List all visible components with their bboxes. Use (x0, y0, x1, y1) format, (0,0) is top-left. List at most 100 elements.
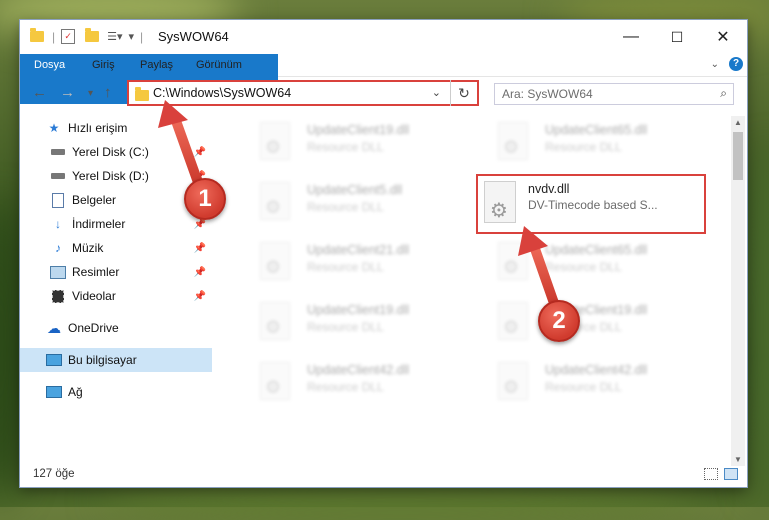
file-item[interactable]: ⚙ UpdateClient5.dll Resource DLL (242, 176, 472, 226)
scrollbar-thumb[interactable] (733, 132, 743, 180)
details-view-icon[interactable] (704, 468, 718, 480)
computer-icon (46, 353, 62, 367)
pictures-icon (50, 265, 66, 279)
minimize-button[interactable]: — (608, 20, 654, 54)
sidebar-item-label: Videolar (72, 289, 116, 303)
address-bar[interactable]: C:\Windows\SysWOW64 ⌄ ↻ (127, 80, 479, 106)
status-bar: 127 öğe (20, 464, 747, 486)
sidebar-item-label: Bu bilgisayar (68, 353, 137, 367)
pin-icon: 📌 (193, 218, 206, 230)
dll-file-icon: ⚙ (260, 362, 290, 400)
search-input[interactable]: Ara: SysWOW64 ⌕ (494, 83, 734, 105)
maximize-button[interactable]: ☐ (654, 20, 700, 54)
file-description: Resource DLL (545, 380, 622, 394)
cloud-icon: ☁ (47, 319, 61, 336)
star-icon: ★ (48, 121, 60, 135)
refresh-icon[interactable]: ↻ (450, 80, 477, 106)
sidebar-item-quick-access[interactable]: ★ Hızlı erişim (20, 116, 212, 140)
file-name: UpdateClient65.dll (545, 243, 648, 257)
sidebar-item-label: Müzik (72, 241, 104, 255)
vertical-scrollbar[interactable]: ▲ ▼ (731, 116, 745, 466)
sidebar-item-videos[interactable]: Videolar 📌 (20, 284, 212, 308)
file-name: UpdateClient19.dll (307, 303, 410, 317)
file-item[interactable]: ⚙ UpdateClient42.dll Resource DLL (242, 356, 472, 406)
folder-icon (135, 87, 149, 101)
network-icon (46, 385, 62, 399)
file-item-nvdv[interactable]: ⚙ nvdv.dll DV-Timecode based S... (476, 174, 706, 234)
dll-file-icon: ⚙ (498, 122, 528, 160)
close-button[interactable]: ✕ (700, 20, 746, 54)
window-title: SysWOW64 (158, 29, 229, 44)
navigation-pane: ★ Hızlı erişim Yerel Disk (C:) 📌 Yerel D… (20, 116, 212, 456)
file-name: UpdateClient65.dll (545, 123, 648, 137)
pin-icon: 📌 (193, 266, 206, 278)
search-icon[interactable]: ⌕ (720, 86, 727, 101)
file-description: Resource DLL (545, 140, 622, 154)
item-count: 127 öğe (33, 468, 75, 480)
forward-icon[interactable]: → (60, 84, 75, 101)
file-description: Resource DLL (307, 380, 384, 394)
sidebar-item-network[interactable]: Ağ (20, 380, 212, 404)
dll-file-icon: ⚙ (498, 242, 528, 280)
properties-icon[interactable]: ✓ (61, 29, 76, 44)
dll-file-icon: ⚙ (260, 122, 290, 160)
file-item[interactable]: ⚙ UpdateClient19.dll Resource DLL (242, 116, 472, 166)
file-item[interactable]: ⚙ UpdateClient19.dll Resource DLL (242, 296, 472, 346)
address-path[interactable]: C:\Windows\SysWOW64 (153, 86, 291, 100)
drive-icon (50, 169, 66, 183)
pin-icon: 📌 (193, 146, 206, 158)
explorer-window: | ✓ ☰▾ ▾ | SysWOW64 — ☐ ✕ Dosya Giriş Pa… (20, 20, 747, 487)
sidebar-item-onedrive[interactable]: ☁ OneDrive (20, 316, 212, 340)
videos-icon (50, 289, 66, 303)
dll-file-icon: ⚙ (498, 362, 528, 400)
dll-file-icon: ⚙ (498, 302, 528, 340)
scroll-down-icon[interactable]: ▼ (734, 455, 742, 464)
customize-icon[interactable]: ☰▾ (107, 30, 122, 43)
music-icon: ♪ (55, 241, 61, 255)
search-placeholder: Ara: SysWOW64 (502, 87, 593, 101)
dll-file-icon: ⚙ (260, 302, 290, 340)
sidebar-item-label: Hızlı erişim (68, 121, 128, 135)
dll-file-icon: ⚙ (484, 181, 516, 223)
sidebar-item-downloads[interactable]: ↓ İndirmeler 📌 (20, 212, 212, 236)
file-item[interactable]: ⚙ UpdateClient21.dll Resource DLL (242, 236, 472, 286)
quick-access-toolbar: | ✓ ☰▾ ▾ | (30, 28, 144, 44)
dll-file-icon: ⚙ (260, 242, 290, 280)
file-item[interactable]: ⚙ UpdateClient19.dll Resource DLL (480, 296, 710, 346)
sidebar-item-label: İndirmeler (72, 217, 126, 231)
sidebar-item-this-pc[interactable]: Bu bilgisayar (20, 348, 212, 372)
recent-locations-icon[interactable]: ▾ (88, 88, 93, 99)
chevron-down-icon[interactable]: ⌄ (432, 86, 441, 99)
tab-home[interactable]: Giriş (82, 54, 125, 76)
step-1-badge: 1 (184, 178, 226, 220)
chevron-down-icon[interactable]: ▾ (129, 30, 135, 43)
separator: | (140, 29, 144, 44)
up-icon[interactable]: ↑ (104, 84, 112, 101)
sidebar-item-label: Resimler (72, 265, 120, 279)
sidebar-item-pictures[interactable]: Resimler 📌 (20, 260, 212, 284)
tab-view[interactable]: Görünüm (186, 54, 252, 76)
help-icon[interactable]: ? (729, 57, 743, 71)
file-name: nvdv.dll (528, 182, 570, 196)
file-item[interactable]: ⚙ UpdateClient65.dll Resource DLL (480, 236, 710, 286)
new-folder-icon[interactable] (85, 28, 100, 42)
sidebar-item-label: Yerel Disk (D:) (72, 169, 149, 183)
file-item[interactable]: ⚙ UpdateClient42.dll Resource DLL (480, 356, 710, 406)
folder-icon[interactable] (30, 28, 44, 42)
sidebar-item-music[interactable]: ♪ Müzik 📌 (20, 236, 212, 260)
file-name: UpdateClient5.dll (307, 183, 403, 197)
file-item[interactable]: ⚙ UpdateClient65.dll Resource DLL (480, 116, 710, 166)
large-icons-view-icon[interactable] (724, 468, 738, 480)
file-name: UpdateClient42.dll (307, 363, 410, 377)
scroll-up-icon[interactable]: ▲ (734, 118, 742, 127)
tab-share[interactable]: Paylaş (130, 54, 183, 76)
sidebar-item-disk-c[interactable]: Yerel Disk (C:) 📌 (20, 140, 212, 164)
file-description: Resource DLL (307, 200, 384, 214)
sidebar-item-disk-d[interactable]: Yerel Disk (D:) 📌 (20, 164, 212, 188)
expand-ribbon-icon[interactable]: ⌄ (711, 59, 719, 70)
file-description: Resource DLL (307, 140, 384, 154)
drive-icon (50, 145, 66, 159)
separator: | (52, 29, 56, 44)
back-icon[interactable]: ← (32, 84, 47, 101)
ribbon-tabs: Dosya Giriş Paylaş Görünüm ⌄ ? (20, 54, 747, 104)
